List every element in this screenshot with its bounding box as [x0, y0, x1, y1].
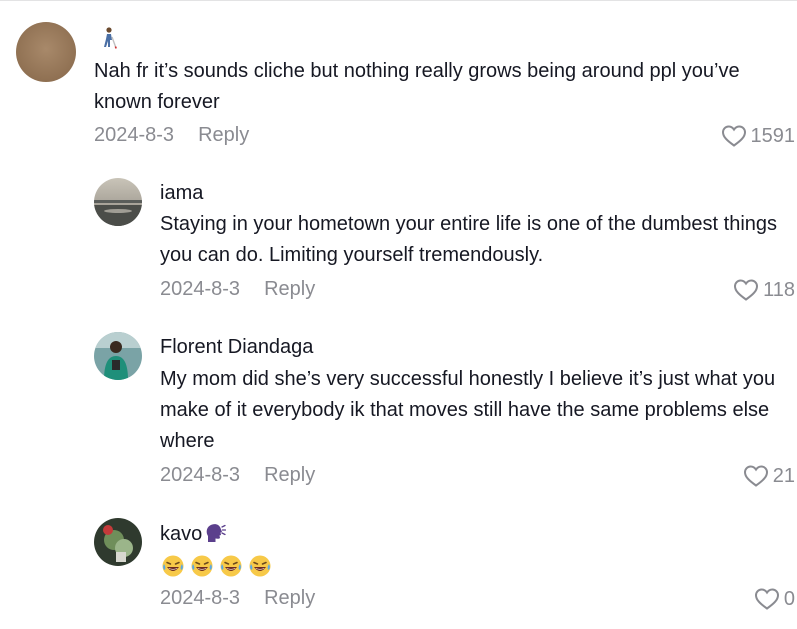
- like-button[interactable]: 1591: [721, 124, 796, 148]
- reply-button[interactable]: Reply: [264, 587, 315, 609]
- avatar[interactable]: [94, 332, 142, 380]
- laughing-tears-emoji: [220, 555, 242, 577]
- heart-icon: [721, 125, 746, 147]
- username[interactable]: iama: [160, 182, 203, 205]
- heart-icon: [754, 588, 779, 610]
- like-count: 118: [763, 278, 795, 301]
- comment-date: 2024-8-3: [160, 464, 241, 486]
- comment-emoji-row: [161, 554, 272, 578]
- heart-icon: [734, 279, 759, 301]
- laughing-tears-emoji: [162, 555, 184, 577]
- username-emoji: [96, 26, 120, 56]
- like-button[interactable]: 0: [754, 587, 795, 611]
- like-button[interactable]: 21: [743, 464, 795, 488]
- like-button[interactable]: 118: [733, 278, 795, 302]
- comment-meta: 2024-8-3 Reply: [160, 587, 315, 610]
- comment-date: 2024-8-3: [160, 587, 241, 609]
- avatar[interactable]: [16, 22, 76, 82]
- comment-meta: 2024-8-3 Reply: [160, 464, 315, 487]
- comments-panel: Nah fr it’s sounds cliche but nothing re…: [0, 0, 797, 629]
- comment-text: My mom did she’s very successful honestl…: [160, 368, 776, 452]
- reply-button[interactable]: Reply: [264, 464, 315, 486]
- comment-date: 2024-8-3: [94, 124, 175, 146]
- comment-meta: 2024-8-3 Reply: [94, 124, 249, 147]
- like-count: 1591: [750, 124, 796, 147]
- username[interactable]: Florent Diandaga: [160, 336, 313, 359]
- reply-button[interactable]: Reply: [198, 124, 249, 146]
- comment-text: Staying in your hometown your entire lif…: [160, 213, 778, 266]
- reply-button[interactable]: Reply: [264, 278, 315, 300]
- username-text: kavo: [160, 523, 203, 545]
- laughing-tears-emoji: [249, 555, 271, 577]
- person-with-cane-emoji: [104, 27, 117, 49]
- divider: [0, 0, 797, 1]
- speaking-head-emoji: [206, 524, 227, 542]
- comment-text: Nah fr it’s sounds cliche but nothing re…: [94, 60, 740, 113]
- avatar[interactable]: [94, 178, 142, 226]
- heart-icon: [743, 465, 768, 487]
- username[interactable]: kavo: [160, 522, 227, 546]
- like-count: 21: [772, 464, 795, 487]
- comment-date: 2024-8-3: [160, 278, 241, 300]
- avatar[interactable]: [94, 518, 142, 566]
- like-count: 0: [783, 587, 795, 610]
- comment-meta: 2024-8-3 Reply: [160, 278, 315, 301]
- laughing-tears-emoji: [191, 555, 213, 577]
